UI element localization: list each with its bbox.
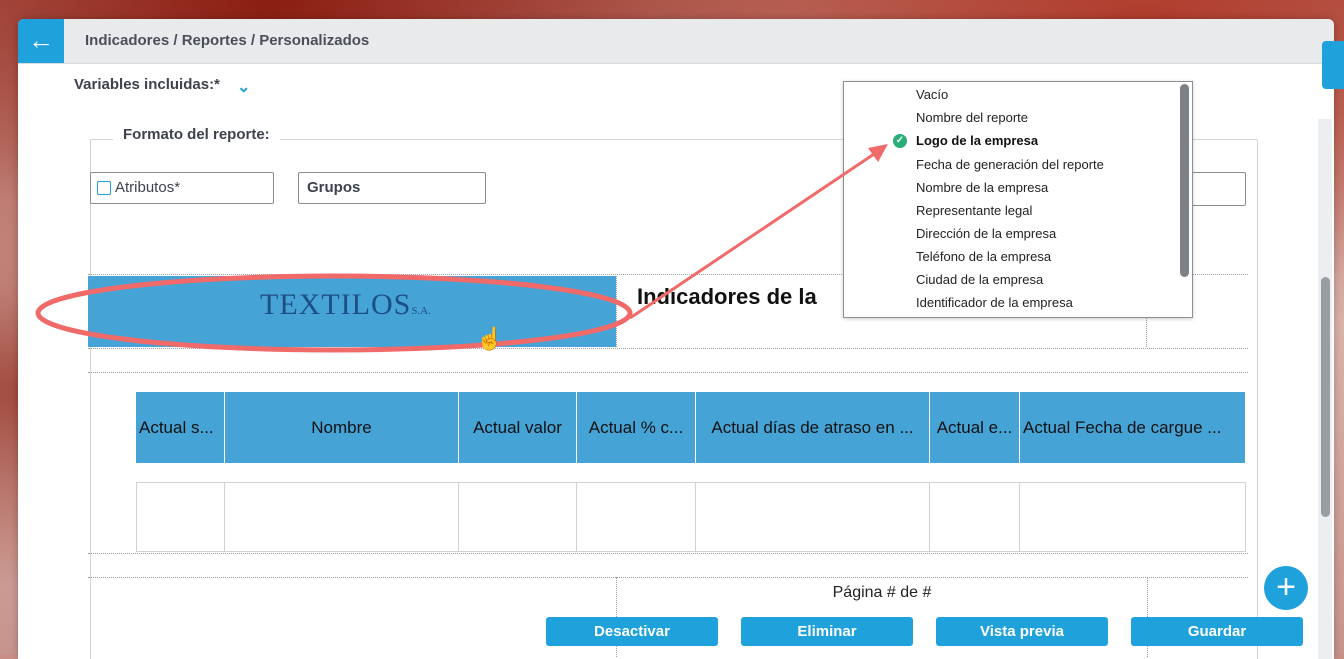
dropdown-option[interactable]: Identificador de la empresa	[916, 295, 1073, 310]
save-button[interactable]: Guardar	[1131, 617, 1303, 646]
company-logo: TEXTILOSS.A.	[260, 288, 431, 321]
header-element-dropdown[interactable]: Vacío Nombre del reporte ✓ Logo de la em…	[843, 81, 1193, 318]
table-cell[interactable]	[459, 482, 577, 552]
breadcrumb: Indicadores / Reportes / Personalizados	[85, 32, 370, 49]
dropdown-option-selected[interactable]: Logo de la empresa	[916, 133, 1038, 148]
check-icon: ✓	[893, 134, 907, 148]
groups-label: Grupos	[307, 179, 361, 196]
column-header[interactable]: Actual Fecha de cargue ...	[1020, 392, 1246, 463]
table-cell[interactable]	[696, 482, 930, 552]
table-cell[interactable]	[225, 482, 459, 552]
delete-button[interactable]: Eliminar	[741, 617, 913, 646]
groups-field[interactable]: Grupos	[298, 172, 486, 204]
page-scrollbar[interactable]	[1318, 119, 1332, 659]
attributes-field[interactable]: Atributos*	[90, 172, 274, 204]
plus-icon: +	[1276, 568, 1296, 606]
dropdown-option[interactable]: Dirección de la empresa	[916, 226, 1056, 241]
report-title: Indicadores de la	[637, 284, 817, 309]
page-number-text: Página # de #	[832, 584, 932, 601]
dropdown-option[interactable]: Nombre de la empresa	[916, 180, 1048, 195]
column-header[interactable]: Actual valor	[459, 392, 577, 463]
title-bar: ← Indicadores / Reportes / Personalizado…	[18, 19, 1334, 64]
table-cell[interactable]	[136, 482, 225, 552]
dropdown-scroll-thumb[interactable]	[1180, 84, 1189, 277]
table-cell[interactable]	[1020, 482, 1246, 552]
column-header[interactable]: Nombre	[225, 392, 459, 463]
table-cell[interactable]	[930, 482, 1020, 552]
column-header[interactable]: Actual s...	[136, 392, 225, 463]
table-cell[interactable]	[577, 482, 696, 552]
dropdown-option[interactable]: Fecha de generación del reporte	[916, 157, 1104, 172]
dropdown-scrollbar[interactable]	[1178, 84, 1190, 314]
preview-button[interactable]: Vista previa	[936, 617, 1108, 646]
column-header[interactable]: Actual días de atraso en ...	[696, 392, 930, 463]
chevron-down-icon[interactable]: ⌄	[237, 77, 250, 97]
dropdown-option[interactable]: Representante legal	[916, 203, 1032, 218]
column-header[interactable]: Actual % c...	[577, 392, 696, 463]
variables-label: Variables incluidas:*	[74, 76, 220, 93]
attributes-checkbox[interactable]	[97, 181, 111, 195]
dropdown-option[interactable]: Ciudad de la empresa	[916, 272, 1043, 287]
column-header[interactable]: Actual e...	[930, 392, 1020, 463]
dropdown-option[interactable]: Vacío	[916, 87, 948, 102]
logo-cell[interactable]: TEXTILOSS.A.	[88, 276, 616, 347]
format-legend: Formato del reporte:	[113, 126, 280, 143]
dropdown-option[interactable]: Teléfono de la empresa	[916, 249, 1051, 264]
arrow-left-icon: ←	[28, 25, 54, 55]
report-table: Actual s... Nombre Actual valor Actual %…	[136, 392, 1246, 552]
deactivate-button[interactable]: Desactivar	[546, 617, 718, 646]
dropdown-option[interactable]: Nombre del reporte	[916, 110, 1028, 125]
attributes-label: Atributos*	[115, 179, 181, 196]
add-button[interactable]: +	[1264, 566, 1308, 610]
scrollbar-thumb[interactable]	[1321, 277, 1330, 517]
back-button[interactable]: ←	[18, 19, 64, 63]
side-panel-tab[interactable]	[1322, 41, 1344, 89]
hand-cursor-icon: ☝	[476, 326, 504, 351]
